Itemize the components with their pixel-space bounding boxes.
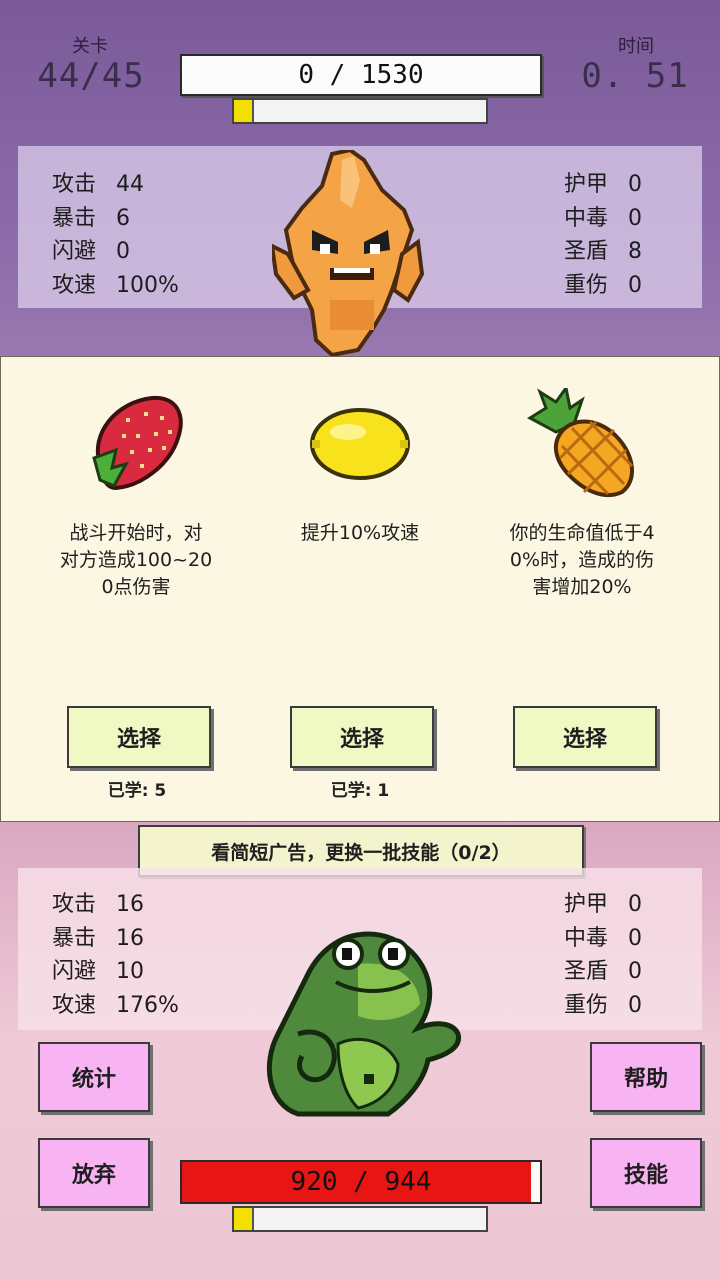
stat-label: 中毒: [564, 200, 628, 232]
time-value: 0. 51: [580, 56, 690, 96]
level-label: 关卡: [60, 32, 120, 58]
give-up-button[interactable]: 放弃: [38, 1138, 150, 1208]
skill-2-learned-count: 已学: 1: [290, 776, 430, 801]
skill-2-description: 提升10%攻速: [260, 520, 460, 547]
stat-value: 0: [628, 993, 642, 1018]
enemy-charge-fill: [234, 100, 254, 122]
skill-1-desc-line-2: 对方造成100~20: [36, 547, 236, 574]
skill-2-select-button[interactable]: 选择: [290, 706, 434, 768]
player-stat-left-1: 暴击16: [52, 920, 144, 952]
player-hp-bar: 920 / 944: [180, 1160, 542, 1204]
stat-label: 护甲: [564, 166, 628, 198]
stat-label: 中毒: [564, 920, 628, 952]
player-stat-right-0: 护甲0: [564, 886, 642, 918]
stat-value: 0: [628, 206, 642, 231]
stat-label: 暴击: [52, 920, 116, 952]
enemy-stat-left-0: 攻击44: [52, 166, 144, 198]
stat-value: 0: [628, 959, 642, 984]
enemy-stat-right-3: 重伤0: [564, 267, 642, 299]
player-hp-text: 920 / 944: [182, 1162, 540, 1202]
player-stat-left-3: 攻速176%: [52, 987, 179, 1019]
stat-label: 闪避: [52, 953, 116, 985]
skill-1-desc-line-3: 0点伤害: [36, 574, 236, 601]
stat-label: 攻击: [52, 166, 116, 198]
stat-label: 攻速: [52, 987, 116, 1019]
skill-3-select-button[interactable]: 选择: [513, 706, 657, 768]
player-stat-right-3: 重伤0: [564, 987, 642, 1019]
skills-button[interactable]: 技能: [590, 1138, 702, 1208]
skill-3-desc-line-1: 你的生命值低于4: [482, 520, 682, 547]
stat-value: 176%: [116, 993, 179, 1018]
stat-label: 护甲: [564, 886, 628, 918]
skill-1-desc-line-1: 战斗开始时，对: [36, 520, 236, 547]
enemy-stat-right-0: 护甲0: [564, 166, 642, 198]
level-value: 44/45: [28, 56, 154, 96]
skill-3-desc-line-3: 害增加20%: [482, 574, 682, 601]
stat-value: 44: [116, 172, 144, 197]
stat-label: 重伤: [564, 267, 628, 299]
stat-value: 8: [628, 239, 642, 264]
skill-3-desc-line-2: 0%时，造成的伤: [482, 547, 682, 574]
skill-3-description: 你的生命值低于4 0%时，造成的伤 害增加20%: [482, 520, 682, 601]
skill-2-desc-line-1: 提升10%攻速: [260, 520, 460, 547]
player-stat-left-2: 闪避10: [52, 953, 144, 985]
stat-label: 攻击: [52, 886, 116, 918]
stat-label: 圣盾: [564, 953, 628, 985]
stat-label: 暴击: [52, 200, 116, 232]
player-charge-fill: [234, 1208, 254, 1230]
pineapple-icon: [526, 388, 638, 500]
player-stat-right-1: 中毒0: [564, 920, 642, 952]
skill-1-learned-count: 已学: 5: [67, 776, 207, 801]
time-label: 时间: [606, 32, 666, 58]
strawberry-icon: [86, 394, 186, 494]
enemy-stat-left-2: 闪避0: [52, 233, 130, 265]
stat-value: 0: [628, 172, 642, 197]
enemy-hp-text: 0 / 1530: [182, 56, 540, 94]
help-button[interactable]: 帮助: [590, 1042, 702, 1112]
stat-value: 10: [116, 959, 144, 984]
stat-value: 6: [116, 206, 130, 231]
enemy-squash-monster-sprite: [272, 150, 432, 360]
player-charge-bar: [232, 1206, 488, 1232]
player-stat-left-0: 攻击16: [52, 886, 144, 918]
stat-label: 圣盾: [564, 233, 628, 265]
stat-value: 16: [116, 892, 144, 917]
stat-value: 100%: [116, 273, 179, 298]
stat-value: 0: [628, 926, 642, 951]
enemy-stat-left-1: 暴击6: [52, 200, 130, 232]
lemon-icon: [308, 404, 412, 484]
stat-label: 重伤: [564, 987, 628, 1019]
enemy-hp-bar: 0 / 1530: [180, 54, 542, 96]
stat-value: 0: [628, 892, 642, 917]
player-stat-right-2: 圣盾0: [564, 953, 642, 985]
stats-button[interactable]: 统计: [38, 1042, 150, 1112]
player-frog-sprite: [258, 924, 468, 1124]
enemy-stat-right-1: 中毒0: [564, 200, 642, 232]
skill-1-description: 战斗开始时，对 对方造成100~20 0点伤害: [36, 520, 236, 601]
stat-label: 闪避: [52, 233, 116, 265]
enemy-charge-bar: [232, 98, 488, 124]
stat-value: 0: [628, 273, 642, 298]
stat-label: 攻速: [52, 267, 116, 299]
enemy-stat-right-2: 圣盾8: [564, 233, 642, 265]
stat-value: 0: [116, 239, 130, 264]
enemy-stat-left-3: 攻速100%: [52, 267, 179, 299]
stat-value: 16: [116, 926, 144, 951]
skill-1-select-button[interactable]: 选择: [67, 706, 211, 768]
